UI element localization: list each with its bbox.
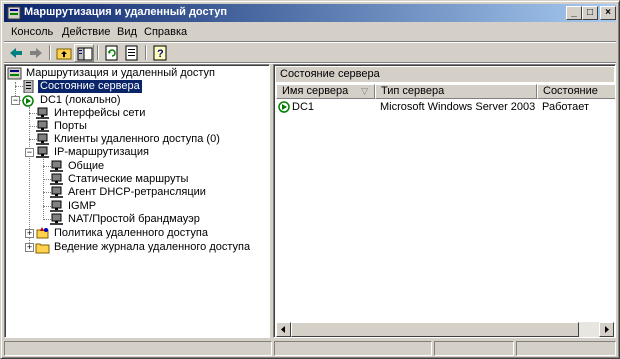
scroll-left-button[interactable]	[276, 322, 291, 337]
network-interface-icon	[36, 107, 49, 119]
column-header-server-type[interactable]: Тип сервера	[375, 84, 537, 99]
console-tree[interactable]: Маршрутизация и удаленный доступ Состоян…	[4, 64, 270, 338]
tree-line	[29, 107, 30, 247]
menu-help[interactable]: Справка	[144, 26, 187, 38]
title-bar[interactable]: Маршрутизация и удаленный доступ _ □ ×	[4, 4, 616, 22]
export-list-button[interactable]	[122, 44, 142, 62]
menu-console[interactable]: Консоль	[11, 26, 53, 38]
refresh-icon	[105, 45, 118, 61]
forward-arrow-icon	[30, 48, 42, 58]
tree-label: IGMP	[68, 200, 97, 212]
back-button[interactable]	[6, 44, 26, 62]
tree-label: Политика удаленного доступа	[54, 227, 208, 239]
refresh-button[interactable]	[102, 44, 122, 62]
tree-label: Общие	[68, 160, 105, 172]
column-header-status[interactable]: Состояние	[537, 84, 615, 99]
main-window: Маршрутизация и удаленный доступ _ □ × К…	[0, 0, 620, 359]
folder-up-icon	[56, 48, 72, 60]
menu-bar: Консоль Действие Вид Справка	[4, 23, 616, 42]
collapse-toggle[interactable]: −	[25, 148, 34, 157]
tree-label: NAT/Простой брандмауэр	[68, 213, 200, 225]
tree-label: IP-маршрутизация	[54, 146, 149, 158]
status-cell-main	[4, 341, 272, 356]
menu-action[interactable]: Действие	[62, 26, 110, 38]
scroll-thumb[interactable]	[291, 322, 579, 337]
tree-label: Клиенты удаленного доступа (0)	[54, 133, 220, 145]
minimize-button[interactable]: _	[566, 6, 582, 20]
igmp-icon	[50, 200, 63, 212]
server-name-cell: DC1	[292, 101, 315, 113]
toolbar-separator	[97, 45, 99, 60]
tree-label: Состояние сервера	[37, 79, 143, 94]
ports-icon	[36, 120, 49, 132]
general-icon	[50, 160, 63, 172]
server-running-icon	[22, 95, 34, 107]
help-button[interactable]: ?	[150, 44, 170, 62]
window-title: Маршрутизация и удаленный доступ	[24, 6, 228, 18]
tree-line	[43, 159, 44, 220]
svg-text:?: ?	[157, 48, 164, 60]
policy-icon	[36, 227, 49, 239]
arrow-right-icon	[605, 326, 609, 333]
details-pane[interactable]: Состояние сервера Имя сервера ▽ Тип серв…	[273, 64, 616, 338]
menu-view[interactable]: Вид	[117, 26, 137, 38]
tree-label: Ведение журнала удаленного доступа	[54, 241, 251, 253]
status-cell: Работает	[542, 101, 590, 113]
status-cell-4	[516, 341, 616, 356]
sort-arrow-icon: ▽	[361, 86, 368, 96]
show-hide-tree-button[interactable]	[74, 44, 94, 62]
status-bar	[4, 340, 616, 356]
column-label: Имя сервера	[282, 85, 349, 97]
tree-label: Порты	[54, 120, 87, 132]
expand-toggle[interactable]: +	[25, 229, 34, 238]
tree-label: Статические маршруты	[68, 173, 189, 185]
table-row[interactable]: DC1	[278, 101, 373, 114]
horizontal-scrollbar[interactable]	[276, 322, 614, 337]
nat-firewall-icon	[50, 213, 63, 225]
toolbar-separator	[49, 45, 51, 60]
dhcp-relay-icon	[50, 186, 63, 198]
tree-line	[15, 82, 16, 96]
status-cell-2	[274, 341, 432, 356]
export-list-icon	[125, 45, 138, 61]
collapse-toggle[interactable]: −	[11, 96, 20, 105]
forward-button[interactable]	[26, 44, 46, 62]
close-button[interactable]: ×	[600, 6, 616, 20]
tree-label: Агент DHCP-ретрансляции	[68, 186, 206, 198]
column-label: Тип сервера	[381, 85, 445, 97]
routing-app-icon	[7, 6, 21, 20]
server-running-icon	[278, 101, 290, 113]
arrow-left-icon	[281, 326, 285, 333]
column-label: Состояние	[543, 85, 598, 97]
up-level-button[interactable]	[54, 44, 74, 62]
expand-toggle[interactable]: +	[25, 243, 34, 252]
maximize-button[interactable]: □	[582, 6, 598, 20]
status-cell-3	[434, 341, 514, 356]
tree-label: Интерфейсы сети	[54, 107, 146, 119]
remote-clients-icon	[36, 133, 49, 145]
server-type-cell: Microsoft Windows Server 2003 Se...	[380, 101, 538, 113]
scroll-right-button[interactable]	[599, 322, 614, 337]
details-header: Состояние сервера	[276, 67, 614, 82]
tree-label: Маршрутизация и удаленный доступ	[26, 67, 215, 79]
toolbar-separator	[145, 45, 147, 60]
ip-routing-icon	[36, 146, 49, 158]
toolbar: ?	[4, 43, 616, 63]
tree-pane-icon	[77, 47, 93, 61]
column-header-server-name[interactable]: Имя сервера ▽	[276, 84, 375, 99]
routing-root-icon	[7, 67, 22, 80]
folder-icon	[35, 243, 50, 254]
server-status-icon	[23, 80, 34, 93]
back-arrow-icon	[10, 48, 22, 58]
help-icon: ?	[153, 45, 167, 61]
static-routes-icon	[50, 173, 63, 185]
tree-label: DC1 (локально)	[40, 94, 121, 106]
